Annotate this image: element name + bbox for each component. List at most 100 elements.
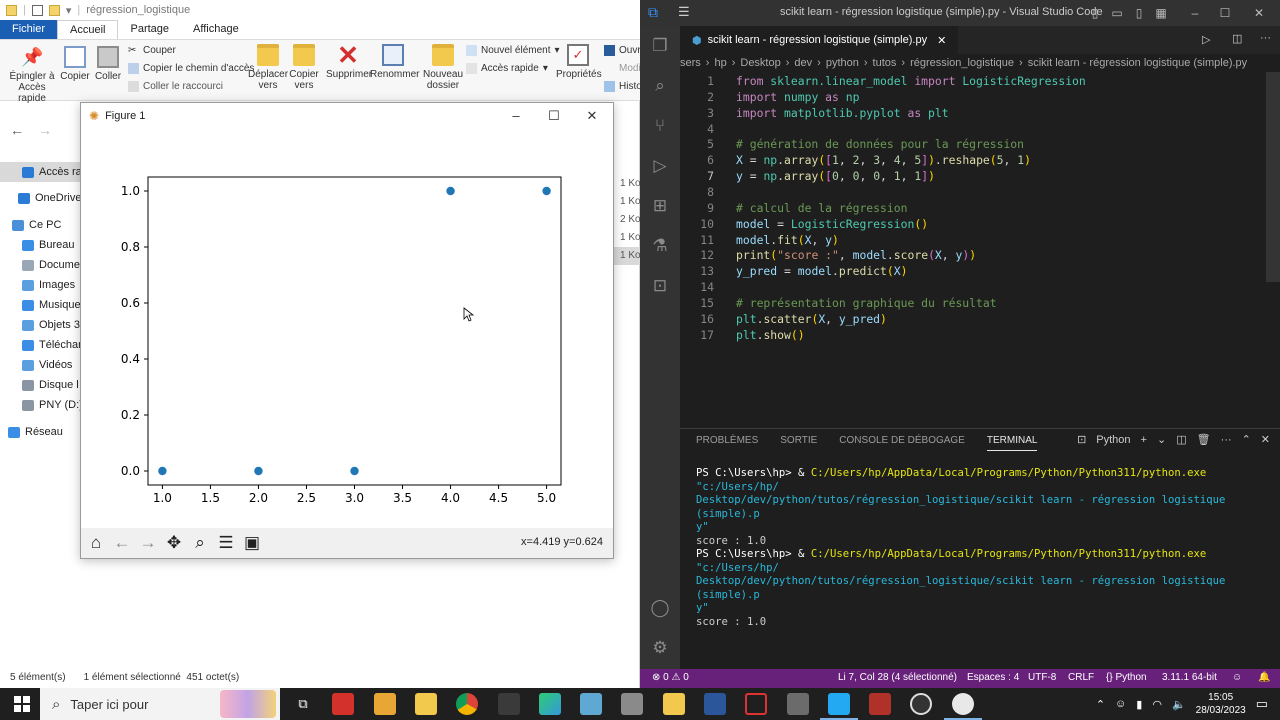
nav-item[interactable]: OneDrive [0, 188, 80, 208]
app-clock-icon[interactable] [910, 693, 932, 715]
tab-terminal[interactable]: TERMINAL [986, 435, 1038, 451]
code-line[interactable]: # calcul de la régression [736, 201, 907, 215]
nav-item[interactable]: Images [0, 275, 80, 295]
notifications-bell-icon[interactable]: 🔔 [1258, 672, 1270, 683]
vscode-taskbar-icon[interactable] [820, 693, 858, 720]
code-line[interactable]: import numpy as np [736, 90, 859, 104]
editor-scrollbar[interactable] [1266, 72, 1280, 282]
maximize-button[interactable]: ☐ [1210, 0, 1240, 26]
easy-access-button[interactable]: Accès rapide ▾ [466, 63, 548, 74]
search-icon[interactable]: ⌕ [648, 74, 672, 98]
file-explorer-icon[interactable] [415, 693, 437, 715]
volume-icon[interactable]: 🔈 [1172, 698, 1186, 711]
maximize-panel-icon[interactable]: ⌃ [1242, 433, 1251, 446]
person-icon[interactable]: ☺ [1115, 698, 1126, 710]
folder-icon[interactable] [48, 4, 60, 16]
back-arrow-icon[interactable]: ← [10, 122, 24, 138]
code-line[interactable]: model.fit(X, y) [736, 233, 839, 247]
tab-output[interactable]: SORTIE [780, 435, 817, 451]
nav-item[interactable]: Vidéos [0, 355, 80, 375]
close-panel-icon[interactable]: ✕ [1261, 433, 1270, 446]
network-icon[interactable]: ▮ [1136, 698, 1142, 711]
app-green-icon[interactable] [539, 693, 561, 715]
tab-view[interactable]: Affichage [181, 20, 251, 39]
code-line[interactable]: plt.scatter(X, y_pred) [736, 312, 887, 326]
run-debug-icon[interactable]: ▷ [648, 154, 672, 178]
testing-icon[interactable]: ⚗ [648, 234, 672, 258]
close-tab-icon[interactable]: ✕ [937, 34, 946, 47]
terminal-shell-label[interactable]: Python [1096, 434, 1130, 446]
notification-center-icon[interactable]: ▭ [1256, 696, 1268, 712]
nav-item[interactable]: Disque l [0, 375, 80, 395]
close-button[interactable]: ✕ [1244, 0, 1274, 26]
breadcrumb-item[interactable]: python [826, 57, 859, 69]
windows-start-icon[interactable] [14, 696, 30, 712]
nav-item[interactable]: PNY (D:) [0, 395, 80, 415]
split-terminal-icon[interactable]: ◫ [1176, 433, 1186, 446]
properties-button[interactable]: ✓ Propriétés [556, 44, 602, 80]
nav-item[interactable]: Docume [0, 255, 80, 275]
file-size-cell[interactable]: 2 Ko [614, 211, 640, 229]
code-line[interactable]: model = LogisticRegression() [736, 217, 928, 231]
app-gears-icon[interactable] [498, 693, 520, 715]
nav-item[interactable]: Accès rap [0, 162, 80, 182]
tab-problems[interactable]: PROBLÈMES [696, 435, 758, 451]
python-interpreter[interactable]: 3.11.1 64-bit [1162, 672, 1217, 683]
rename-button[interactable]: Renommer [370, 44, 419, 80]
tab-file[interactable]: Fichier [0, 20, 58, 39]
zoom-icon[interactable]: ⌕ [189, 532, 211, 554]
more-actions-icon[interactable]: ··· [1260, 32, 1271, 44]
save-icon[interactable]: ▣ [241, 532, 263, 554]
paste-shortcut-button[interactable]: Coller le raccourci [128, 81, 223, 92]
extensions-icon[interactable]: ⊞ [648, 194, 672, 218]
checkbox-icon[interactable] [31, 4, 43, 16]
file-size-cell[interactable]: 1 Ko [614, 247, 640, 265]
nav-item[interactable]: Bureau [0, 235, 80, 255]
terminal-icon[interactable]: ⊡ [648, 274, 672, 298]
record-icon[interactable] [745, 693, 767, 715]
code-line[interactable]: X = np.array([1, 2, 3, 4, 5]).reshape(5,… [736, 153, 1031, 167]
terminal-output[interactable]: PS C:\Users\hp> & C:/Users/hp/AppData/Lo… [696, 467, 1266, 629]
app-keys-icon[interactable] [374, 693, 396, 715]
new-folder-button[interactable]: Nouveau dossier [422, 44, 464, 91]
breadcrumb-item[interactable]: dev [794, 57, 812, 69]
paste-button[interactable]: Coller [94, 46, 122, 82]
modify-button[interactable]: Modi [604, 63, 641, 74]
pin-quick-access-button[interactable]: 📌 Épingler à Accès rapide [6, 46, 58, 104]
eol-status[interactable]: CRLF [1068, 672, 1094, 683]
split-editor-icon[interactable]: ◫ [1232, 32, 1242, 45]
scatter-plot[interactable]: 1.0 1.5 2.0 2.5 3.0 3.5 4.0 4.5 5.0 0.0 0.2 0.4 0.6 0… [81, 129, 613, 527]
cut-button[interactable]: ✂ Couper [128, 45, 176, 56]
task-view-icon[interactable]: ⧉ [292, 693, 314, 715]
run-icon[interactable]: ▷ [1202, 33, 1210, 46]
tab-home[interactable]: Accueil [57, 20, 119, 39]
minimize-button[interactable]: – [497, 103, 535, 129]
open-button[interactable]: Ouvri [604, 45, 643, 56]
problems-status[interactable]: ⊗ 0 ⚠ 0 [652, 672, 689, 683]
breadcrumb-item[interactable]: scikit learn - régression logistique (si… [1028, 57, 1247, 69]
code-line[interactable]: # représentation graphique du résultat [736, 296, 997, 310]
trash-icon[interactable]: 🗑 [1197, 433, 1211, 446]
encoding-status[interactable]: UTF-8 [1028, 672, 1056, 683]
app-red-icon[interactable] [332, 693, 354, 715]
pan-icon[interactable]: ✥ [163, 532, 185, 554]
subplots-config-icon[interactable]: ☰ [215, 532, 237, 554]
code-line[interactable]: y = np.array([0, 0, 0, 1, 1]) [736, 169, 935, 183]
app-pen-icon[interactable] [580, 693, 602, 715]
new-terminal-icon[interactable]: + [1141, 434, 1147, 446]
word-icon[interactable] [704, 693, 726, 715]
chevron-down-icon[interactable]: ⌄ [1157, 433, 1166, 446]
breadcrumb-item[interactable]: Desktop [740, 57, 780, 69]
dropdown-icon[interactable]: ▾ [66, 4, 72, 17]
forward-arrow-icon[interactable]: → [38, 122, 52, 138]
settings-gear-icon[interactable]: ⚙ [648, 636, 672, 660]
account-icon[interactable]: ◯ [648, 596, 672, 620]
code-line[interactable]: from sklearn.linear_model import Logisti… [736, 74, 1086, 88]
code-line[interactable]: print("score :", model.score(X, y)) [736, 248, 976, 262]
copy-to-button[interactable]: Copier vers [288, 44, 320, 91]
minimize-button[interactable]: – [1180, 0, 1210, 26]
app-window-icon[interactable] [787, 693, 809, 715]
nav-item[interactable]: Téléchar [0, 335, 80, 355]
tab-debug-console[interactable]: CONSOLE DE DÉBOGAGE [839, 435, 965, 451]
feedback-icon[interactable]: ☺ [1232, 672, 1242, 683]
